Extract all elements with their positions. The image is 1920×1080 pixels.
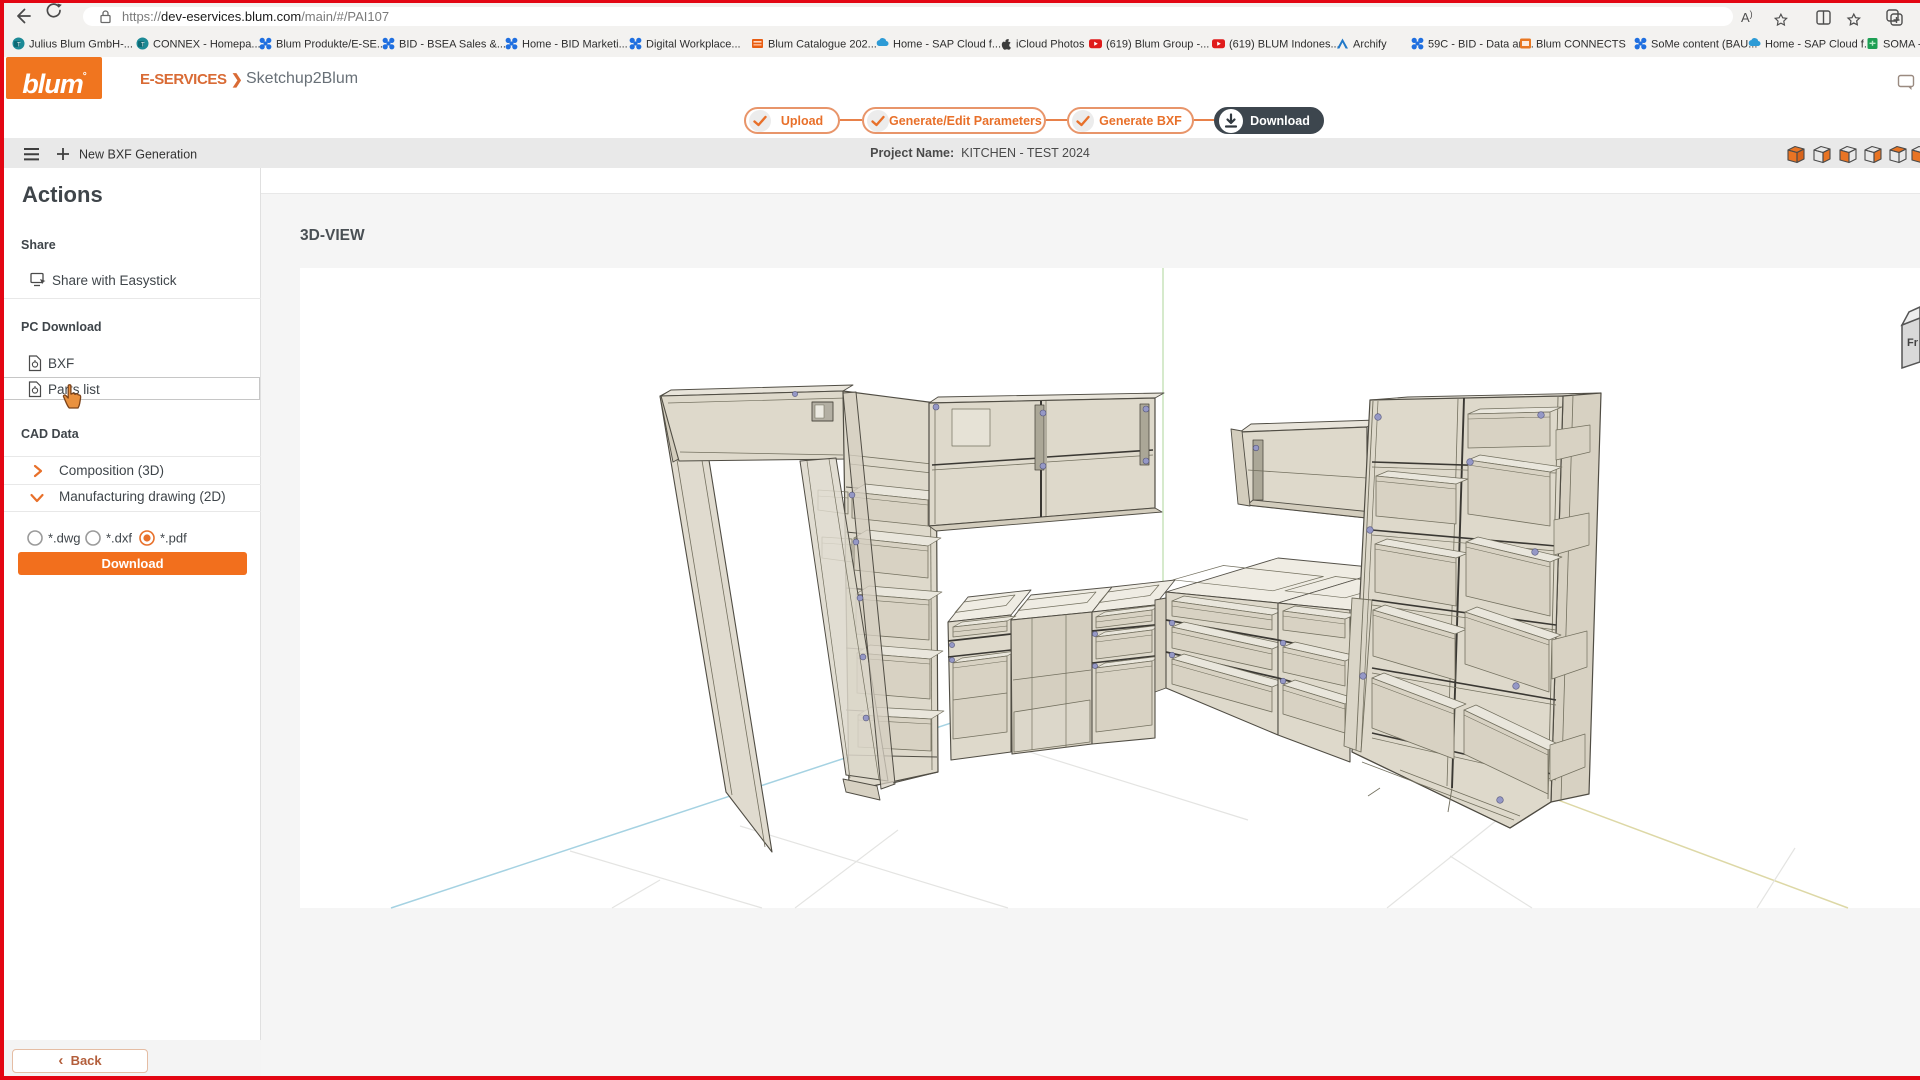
svg-text:Fr: Fr	[1907, 337, 1919, 349]
